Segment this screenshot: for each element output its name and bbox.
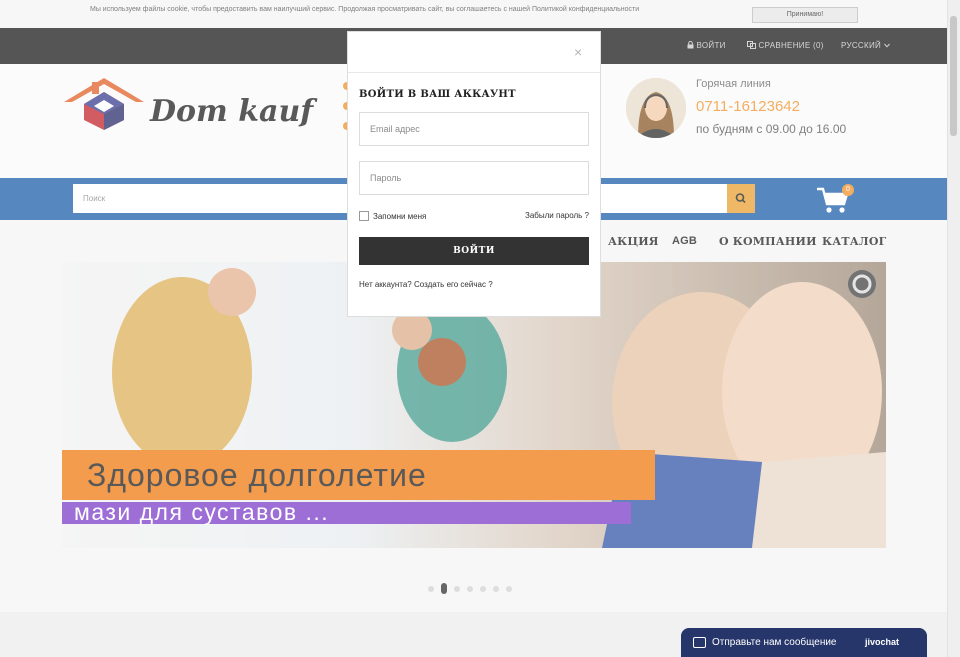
page: Мы используем файлы cookie, чтобы предос… bbox=[0, 0, 948, 657]
forgot-password-link[interactable]: Забыли пароль ? bbox=[525, 211, 589, 220]
scrollbar-thumb[interactable] bbox=[950, 16, 957, 136]
modal-title: ВОЙТИ В ВАШ АККАУНТ bbox=[359, 89, 516, 100]
chat-brand: jivochat bbox=[865, 637, 900, 647]
email-field[interactable] bbox=[359, 112, 589, 146]
password-field[interactable] bbox=[359, 161, 589, 195]
create-account-link[interactable]: Нет аккаунта? Создать его сейчас ? bbox=[359, 280, 493, 289]
login-submit-button[interactable]: ВОЙТИ bbox=[359, 237, 589, 265]
chat-widget[interactable]: Отправьте нам сообщение jivochat bbox=[681, 628, 927, 657]
remember-me-checkbox[interactable]: Запомни меня bbox=[359, 211, 426, 221]
page-scrollbar[interactable] bbox=[947, 0, 960, 657]
login-modal: × ВОЙТИ В ВАШ АККАУНТ Запомни меня Забыл… bbox=[347, 31, 601, 317]
checkbox-box[interactable] bbox=[359, 211, 369, 221]
message-icon bbox=[693, 637, 706, 648]
modal-divider bbox=[348, 72, 600, 73]
chat-message-label: Отправьте нам сообщение bbox=[712, 637, 837, 648]
remember-me-label: Запомни меня bbox=[373, 211, 427, 221]
close-icon[interactable]: × bbox=[574, 44, 582, 60]
